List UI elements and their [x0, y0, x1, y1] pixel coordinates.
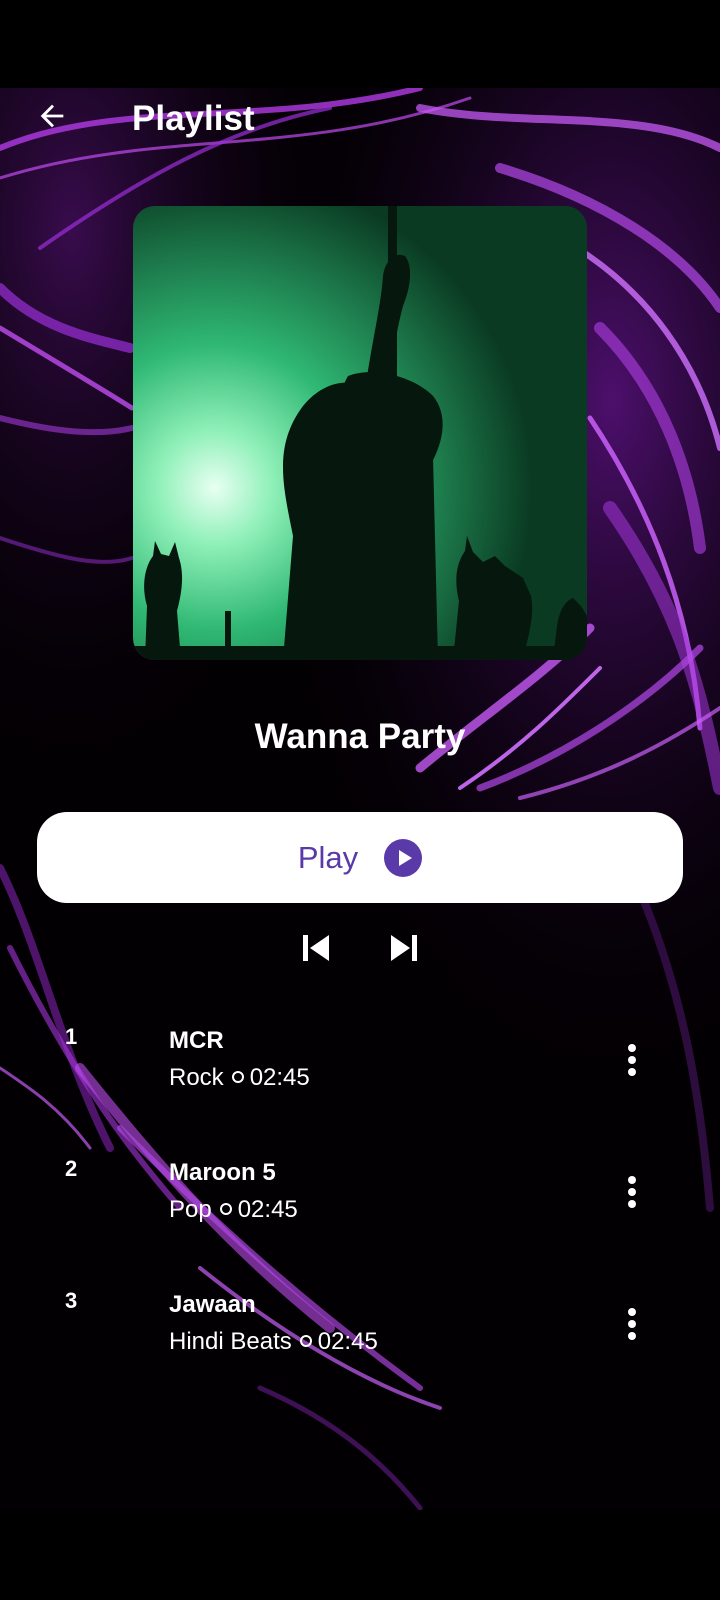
track-row[interactable]: 1 MCR Rock 02:45 — [0, 1020, 720, 1130]
playlist-cover-image — [133, 206, 587, 660]
bottom-bar-area — [0, 1510, 720, 1600]
track-genre: Pop — [169, 1196, 212, 1223]
track-number: 1 — [65, 1024, 78, 1049]
more-options-button[interactable] — [614, 1172, 650, 1216]
more-vert-icon — [626, 1043, 638, 1082]
play-circle-icon — [384, 838, 423, 877]
skip-next-button[interactable] — [384, 930, 424, 970]
track-duration: 02:45 — [237, 1196, 298, 1223]
track-title: MCR — [169, 1027, 224, 1054]
track-genre: Hindi Beats — [169, 1328, 292, 1355]
more-options-button[interactable] — [614, 1304, 650, 1348]
track-meta: Rock 02:45 — [169, 1064, 310, 1092]
track-number: 2 — [65, 1156, 78, 1181]
track-row[interactable]: 2 Maroon 5 Pop 02:45 — [0, 1152, 720, 1262]
separator-dot-icon — [231, 1071, 244, 1084]
more-vert-icon — [626, 1307, 638, 1346]
track-meta: Pop 02:45 — [169, 1196, 298, 1224]
playlist-name: Wanna Party — [254, 717, 466, 756]
separator-dot-icon — [219, 1203, 232, 1216]
more-options-button[interactable] — [614, 1040, 650, 1084]
track-meta: Hindi Beats 02:45 — [169, 1328, 378, 1356]
track-title: Maroon 5 — [169, 1159, 276, 1186]
play-button[interactable]: Play — [37, 812, 683, 903]
track-row[interactable]: 3 Jawaan Hindi Beats 02:45 — [0, 1284, 720, 1394]
back-button[interactable] — [30, 96, 74, 140]
track-duration: 02:45 — [317, 1328, 378, 1355]
track-number: 3 — [65, 1288, 78, 1313]
play-button-label: Play — [297, 839, 359, 875]
arrow-left-icon — [35, 99, 69, 138]
track-genre: Rock — [169, 1064, 224, 1091]
track-title: Jawaan — [169, 1291, 256, 1318]
separator-dot-icon — [299, 1335, 312, 1348]
skip-previous-icon — [300, 932, 332, 969]
skip-previous-button[interactable] — [296, 930, 336, 970]
playlist-screen: Playlist Wanna Party Play 1 MCR Rock 02:… — [0, 0, 720, 1600]
track-duration: 02:45 — [249, 1064, 310, 1091]
more-vert-icon — [626, 1175, 638, 1214]
skip-next-icon — [388, 932, 420, 969]
page-title: Playlist — [132, 99, 255, 138]
